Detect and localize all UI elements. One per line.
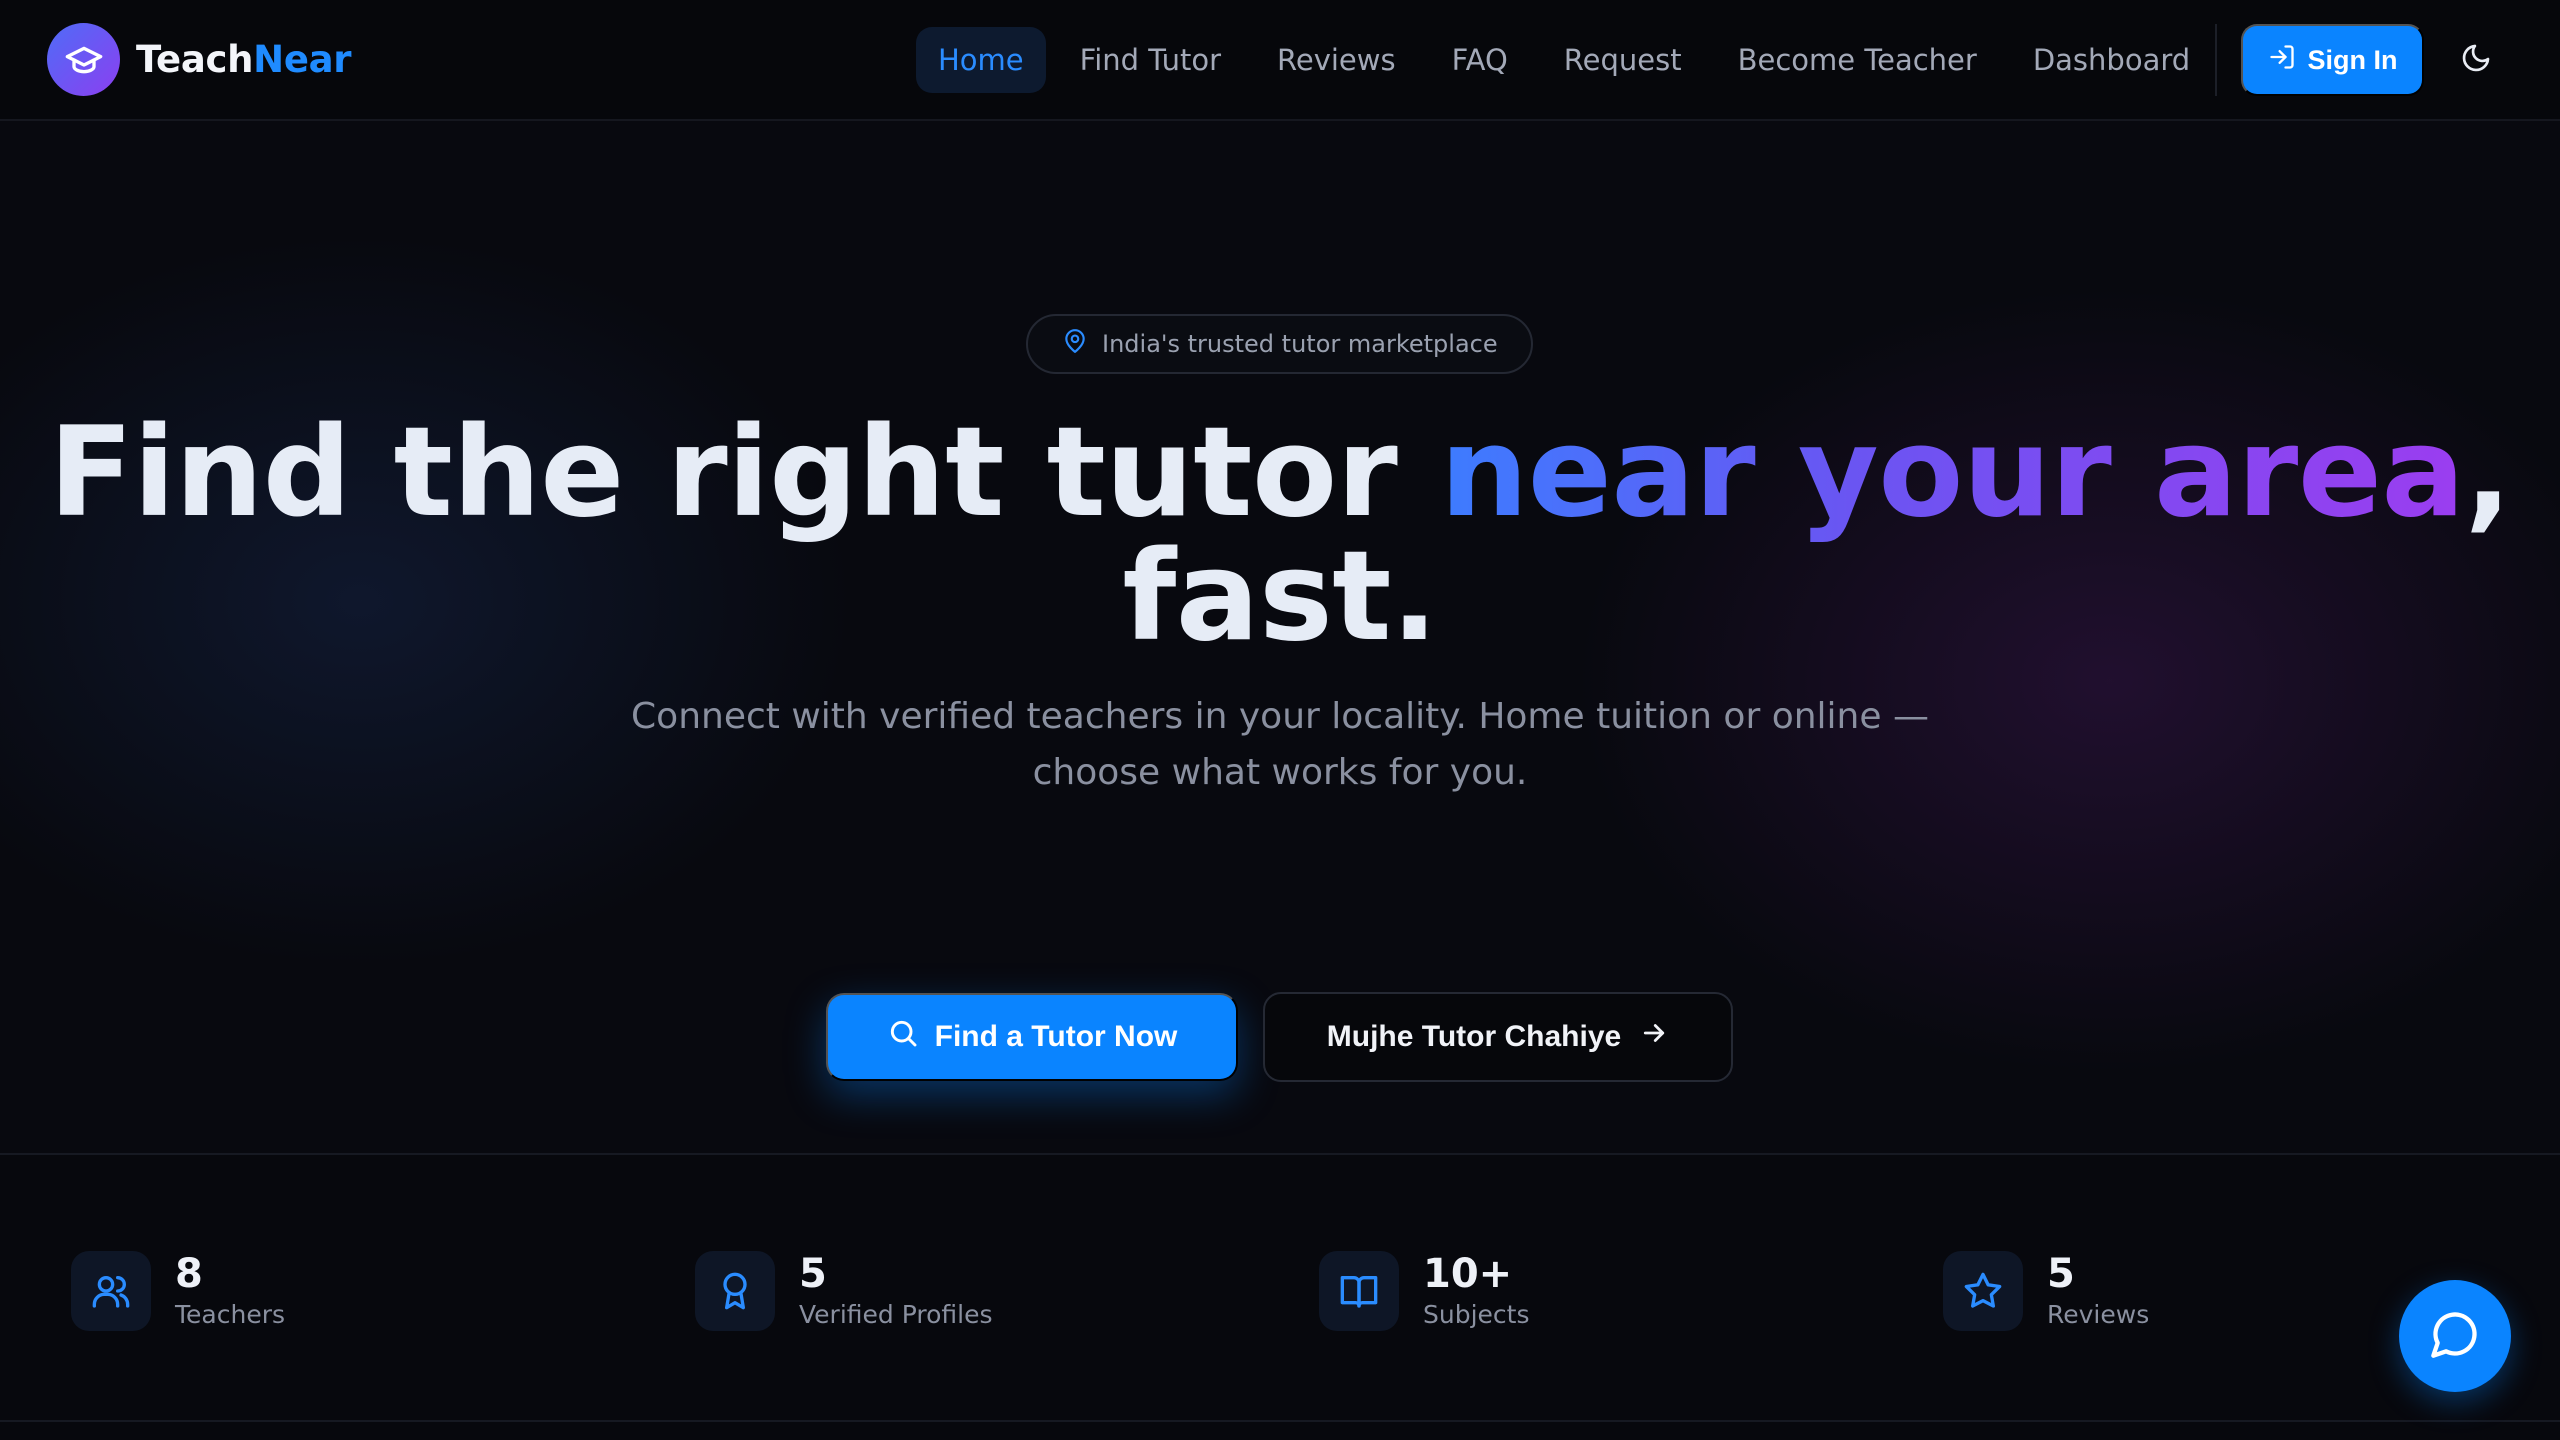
theme-toggle-button[interactable]: [2456, 40, 2496, 80]
hero-subheadline: Connect with verified teachers in your l…: [631, 696, 1929, 793]
brand-name: TeachNear: [136, 38, 352, 81]
message-circle-icon: [2429, 1308, 2481, 1364]
stat-value: 10+: [1423, 1251, 1513, 1297]
headline-text-2: ,: [2464, 401, 2512, 545]
stat-reviews: 5 Reviews: [1943, 1250, 2149, 1332]
stat-label: Reviews: [2047, 1300, 2150, 1329]
nav-item-reviews[interactable]: Reviews: [1255, 27, 1418, 93]
main-nav: Home Find Tutor Reviews FAQ Request Beco…: [916, 27, 2224, 93]
star-icon: [1943, 1251, 2023, 1331]
sign-in-label: Sign In: [2307, 44, 2398, 75]
find-tutor-now-label: Find a Tutor Now: [934, 1020, 1178, 1053]
stat-verified-profiles: 5 Verified Profiles: [695, 1250, 992, 1332]
hero-headline: Find the right tutor near your area, fas…: [0, 411, 2560, 659]
stat-teachers: 8 Teachers: [71, 1250, 285, 1332]
headline-text-1: Find the right tutor: [48, 401, 1440, 545]
headline-line2: fast.: [1122, 525, 1438, 669]
stat-value: 5: [799, 1251, 827, 1297]
award-icon: [695, 1251, 775, 1331]
brand-logo-link[interactable]: TeachNear: [47, 23, 352, 96]
trust-badge: India's trusted tutor marketplace: [1026, 314, 1533, 374]
hero-section: India's trusted tutor marketplace Find t…: [0, 121, 2560, 1155]
brand-name-part1: Teach: [136, 38, 254, 81]
sign-in-button[interactable]: Sign In: [2241, 24, 2424, 96]
chat-button[interactable]: [2399, 1280, 2511, 1392]
stat-value: 5: [2047, 1251, 2075, 1297]
brand-name-part2: Near: [253, 38, 352, 81]
stats-section: 8 Teachers 5 Verified Profiles 10+ Subje…: [0, 1155, 2560, 1422]
log-in-icon: [2268, 43, 2296, 78]
nav-item-home[interactable]: Home: [916, 27, 1046, 93]
map-pin-icon: [1062, 328, 1088, 360]
book-icon: [1319, 1251, 1399, 1331]
search-icon: [887, 1017, 919, 1057]
nav-divider: [2215, 24, 2217, 96]
graduation-cap-icon: [47, 23, 120, 96]
top-navbar: TeachNear Home Find Tutor Reviews FAQ Re…: [0, 0, 2560, 121]
nav-item-faq[interactable]: FAQ: [1430, 27, 1530, 93]
nav-item-dashboard[interactable]: Dashboard: [2011, 27, 2212, 93]
stat-label: Verified Profiles: [799, 1300, 993, 1329]
stat-label: Teachers: [175, 1300, 285, 1329]
users-icon: [71, 1251, 151, 1331]
trust-badge-text: India's trusted tutor marketplace: [1102, 330, 1498, 358]
stat-label: Subjects: [1423, 1300, 1530, 1329]
find-tutor-now-button[interactable]: Find a Tutor Now: [826, 993, 1238, 1081]
nav-item-find-tutor[interactable]: Find Tutor: [1058, 27, 1243, 93]
arrow-right-icon: [1639, 1018, 1669, 1056]
stat-subjects: 10+ Subjects: [1319, 1250, 1529, 1332]
nav-item-request[interactable]: Request: [1542, 27, 1704, 93]
mujhe-tutor-chahiye-button[interactable]: Mujhe Tutor Chahiye: [1263, 992, 1733, 1082]
moon-icon: [2460, 42, 2492, 78]
nav-item-become-teacher[interactable]: Become Teacher: [1716, 27, 1999, 93]
stat-value: 8: [175, 1251, 203, 1297]
mujhe-tutor-chahiye-label: Mujhe Tutor Chahiye: [1326, 1020, 1622, 1053]
headline-highlight: near your area: [1440, 401, 2465, 545]
